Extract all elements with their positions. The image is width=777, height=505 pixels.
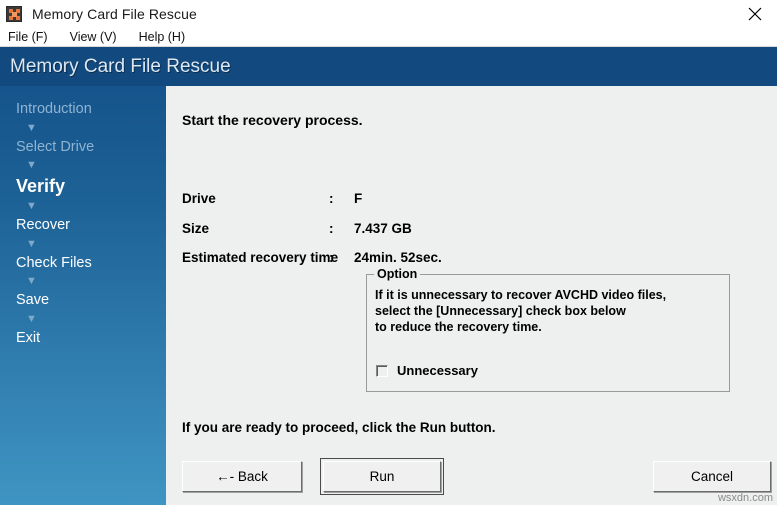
step-arrow-icon: ▼ bbox=[26, 312, 37, 325]
menu-item-help[interactable]: Help (H) bbox=[139, 30, 186, 44]
info-separator: : bbox=[329, 221, 334, 236]
info-label: Drive bbox=[182, 191, 216, 206]
sidebar-item-select-drive[interactable]: Select Drive bbox=[0, 139, 166, 155]
title-bar: Memory Card File Rescue bbox=[0, 0, 777, 27]
sidebar-item-check-files[interactable]: Check Files bbox=[0, 255, 166, 271]
option-description-line-2: select the [Unnecessary] check box below bbox=[375, 304, 626, 318]
main-content: Start the recovery process. Drive : F Si… bbox=[168, 86, 777, 505]
info-value-drive: F bbox=[354, 191, 363, 206]
unnecessary-checkbox-row[interactable]: Unnecessary bbox=[376, 363, 478, 378]
info-label: Size bbox=[182, 221, 210, 236]
option-description: If it is unnecessary to recover AVCHD vi… bbox=[375, 287, 666, 335]
info-label: Estimated recovery time bbox=[182, 250, 339, 265]
sidebar-item-recover[interactable]: Recover bbox=[0, 218, 166, 233]
run-button-default-frame: Run bbox=[320, 458, 444, 495]
run-button[interactable]: Run bbox=[323, 461, 441, 492]
unnecessary-checkbox[interactable] bbox=[376, 364, 388, 377]
app-banner: Memory Card File Rescue bbox=[0, 47, 777, 86]
sidebar-item-save[interactable]: Save bbox=[0, 293, 166, 308]
menu-item-view[interactable]: View (V) bbox=[70, 30, 117, 44]
info-value-estimated-time: 24min. 52sec. bbox=[354, 250, 442, 265]
back-button[interactable]: ←- Back bbox=[182, 461, 302, 492]
option-group-box: Option If it is unnecessary to recover A… bbox=[366, 267, 730, 392]
sidebar-item-verify[interactable]: Verify bbox=[0, 177, 166, 195]
info-value-size: 7.437 GB bbox=[354, 221, 412, 236]
step-arrow-icon: ▼ bbox=[26, 159, 37, 171]
cancel-button[interactable]: Cancel bbox=[653, 461, 771, 492]
window-title: Memory Card File Rescue bbox=[32, 5, 197, 22]
option-description-line-3: to reduce the recovery time. bbox=[375, 320, 542, 334]
step-arrow-icon: ▼ bbox=[26, 200, 37, 212]
step-arrow-icon: ▼ bbox=[26, 121, 37, 134]
step-arrow-icon: ▼ bbox=[26, 237, 37, 250]
proceed-instruction: If you are ready to proceed, click the R… bbox=[182, 420, 496, 435]
option-group-legend: Option bbox=[374, 267, 421, 281]
watermark: wsxdn.com bbox=[717, 492, 773, 504]
info-separator: : bbox=[329, 191, 334, 206]
page-title: Start the recovery process. bbox=[182, 112, 363, 128]
close-icon[interactable] bbox=[732, 0, 777, 27]
option-description-line-1: If it is unnecessary to recover AVCHD vi… bbox=[375, 288, 667, 302]
unnecessary-checkbox-label: Unnecessary bbox=[397, 363, 478, 378]
info-separator: : bbox=[329, 250, 334, 265]
wizard-sidebar: Introduction ▼ Select Drive ▼ Verify ▼ R… bbox=[0, 86, 166, 505]
menu-item-file[interactable]: File (F) bbox=[8, 30, 48, 44]
memory-card-icon bbox=[6, 5, 22, 22]
banner-title: Memory Card File Rescue bbox=[10, 55, 231, 77]
menu-bar: File (F) View (V) Help (H) bbox=[0, 27, 777, 47]
sidebar-item-introduction[interactable]: Introduction bbox=[0, 102, 166, 117]
sidebar-item-exit[interactable]: Exit bbox=[0, 330, 166, 346]
step-arrow-icon: ▼ bbox=[26, 275, 37, 287]
